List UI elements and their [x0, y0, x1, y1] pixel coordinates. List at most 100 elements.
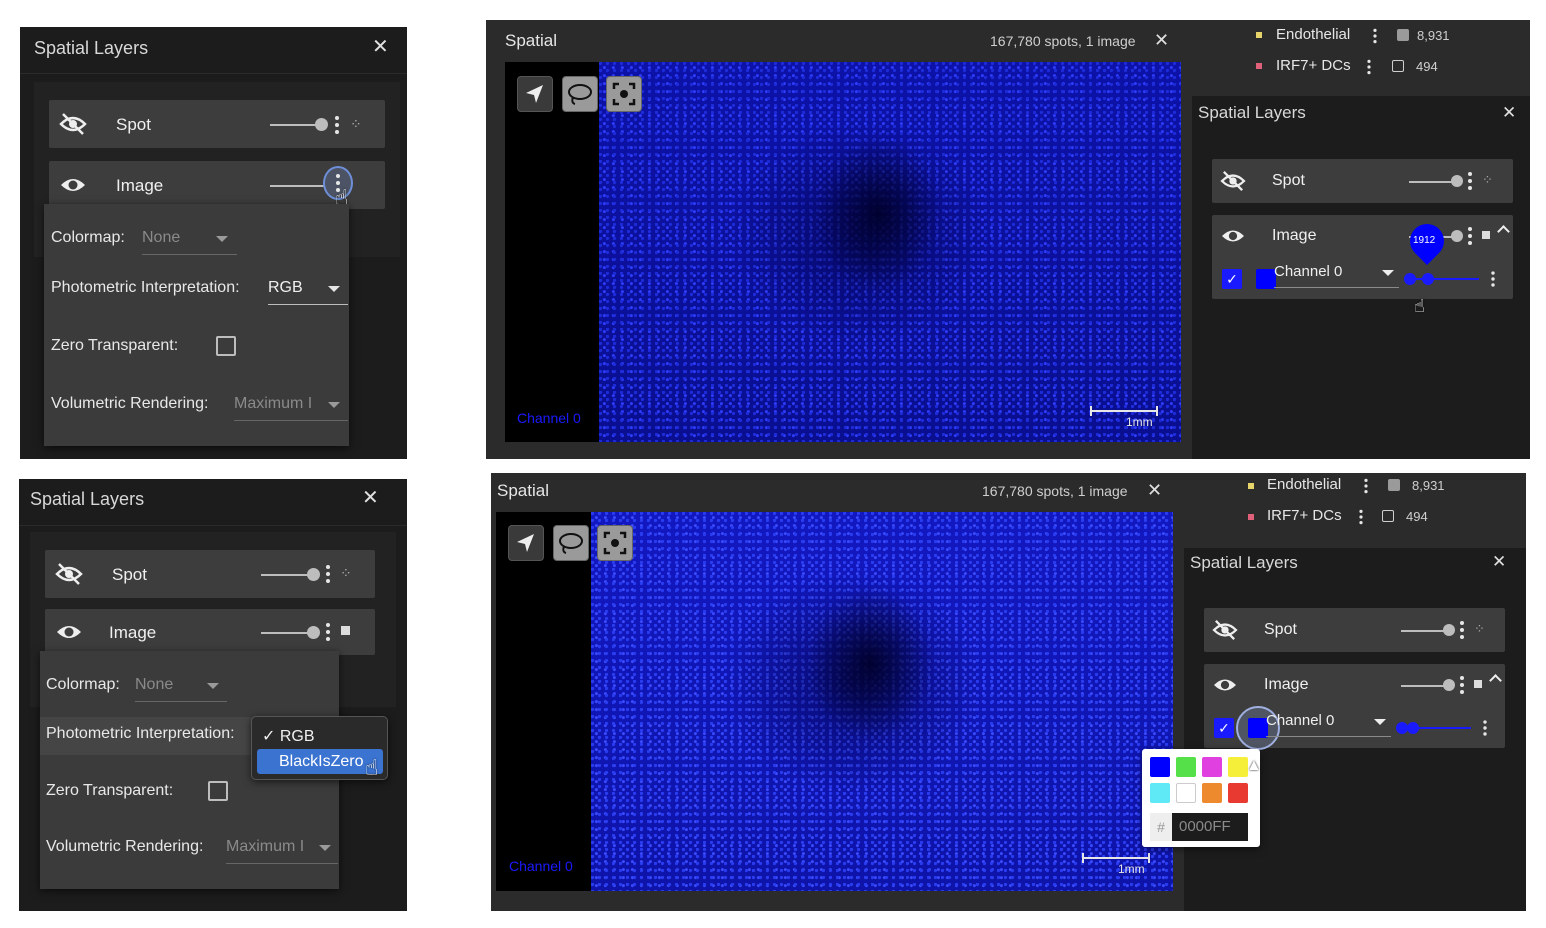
legend-options-icon[interactable] [1367, 59, 1371, 75]
panel-divider [20, 73, 407, 74]
image-type-icon [1482, 231, 1490, 239]
scale-bar [1082, 853, 1150, 863]
spot-options-icon[interactable] [326, 565, 330, 583]
channel-select[interactable]: Channel 0 [1274, 263, 1342, 280]
spot-opacity-thumb[interactable] [1443, 624, 1455, 636]
eye-off-icon[interactable] [55, 562, 83, 586]
channel-visible-checkbox[interactable]: ✓ [1222, 269, 1242, 289]
eye-icon[interactable] [59, 173, 87, 197]
close-icon[interactable]: ✕ [1492, 553, 1506, 570]
image-type-icon [1474, 680, 1482, 688]
volumetric-select[interactable]: Maximum I [234, 395, 312, 413]
colormap-select[interactable]: None [142, 229, 180, 247]
image-layer-label: Image [1272, 227, 1317, 244]
image-options-icon[interactable] [1460, 676, 1464, 694]
swatch-red[interactable] [1228, 783, 1248, 803]
close-icon[interactable]: ✕ [1147, 481, 1162, 499]
color-picker-popover: # 0000FF [1142, 749, 1260, 847]
eye-off-icon[interactable] [59, 112, 87, 136]
pointer-tool[interactable] [517, 76, 553, 112]
volumetric-underline [226, 863, 338, 864]
zero-transparent-checkbox[interactable] [208, 781, 228, 801]
spatial-canvas[interactable]: Channel 0 1mm [496, 512, 1173, 891]
colormap-label: Colormap: [51, 229, 125, 246]
spot-opacity-thumb[interactable] [1451, 175, 1463, 187]
close-icon[interactable]: ✕ [372, 37, 389, 57]
channel-options-icon[interactable] [1483, 720, 1487, 736]
spatial-view-bottom: Spatial 167,780 spots, 1 image ✕ Channel… [491, 473, 1526, 911]
image-opacity-slider[interactable] [270, 185, 324, 187]
spatial-view-title: Spatial [497, 481, 549, 500]
image-opacity-thumb[interactable] [307, 626, 320, 639]
image-options-icon[interactable] [326, 623, 330, 641]
pointer-tool[interactable] [508, 525, 544, 561]
swatch-magenta[interactable] [1202, 757, 1222, 777]
channel-range-min-thumb[interactable] [1404, 273, 1416, 285]
spatial-canvas[interactable]: Channel 0 1mm [505, 62, 1181, 442]
legend-options-icon[interactable] [1359, 509, 1363, 525]
channel-range-max-thumb[interactable] [1407, 722, 1419, 734]
collapse-chevron-icon[interactable] [1497, 225, 1510, 238]
swatch-blue[interactable] [1150, 757, 1170, 777]
channel-range-track[interactable] [1409, 278, 1479, 280]
channel-overlay-label: Channel 0 [517, 410, 581, 426]
close-icon[interactable]: ✕ [1502, 104, 1516, 121]
channel-color-button[interactable] [1256, 269, 1276, 289]
legend-options-icon[interactable] [1373, 28, 1377, 44]
colormap-select[interactable]: None [135, 676, 173, 694]
channel-select[interactable]: Channel 0 [1266, 712, 1334, 729]
channel-range-max-thumb[interactable] [1422, 273, 1434, 285]
collapse-chevron-icon[interactable] [1489, 674, 1502, 687]
recenter-tool[interactable] [597, 525, 633, 561]
photometric-label: Photometric Interpretation: [46, 725, 235, 742]
legend-name-irf7: IRF7+ DCs [1267, 507, 1342, 524]
image-layer-card: Image ✓ Channel 0 [1204, 664, 1505, 750]
volumetric-select[interactable]: Maximum I [226, 838, 304, 856]
swatch-green[interactable] [1176, 757, 1196, 777]
swatch-yellow[interactable] [1228, 757, 1248, 777]
legend-swatch-endothelial [1256, 32, 1262, 38]
spot-layer-card: Spot ⁘ [1212, 159, 1513, 203]
eye-icon[interactable] [1212, 674, 1238, 696]
legend-count-irf7: 494 [1416, 59, 1438, 74]
legend-options-icon[interactable] [1364, 478, 1368, 494]
channel-options-icon[interactable] [1491, 271, 1495, 287]
recenter-tool[interactable] [606, 76, 642, 112]
spot-options-icon[interactable] [335, 116, 339, 134]
colormap-caret-icon [207, 683, 219, 689]
legend-name-endothelial: Endothelial [1267, 476, 1342, 493]
spot-layer-label: Spot [1264, 621, 1297, 638]
legend-count-box-endothelial[interactable] [1397, 29, 1409, 41]
swatch-cyan[interactable] [1150, 783, 1170, 803]
hex-input[interactable]: 0000FF [1172, 813, 1248, 841]
spot-options-icon[interactable] [1460, 621, 1464, 639]
image-opacity-thumb[interactable] [1443, 679, 1455, 691]
legend-count-box-irf7[interactable] [1382, 510, 1394, 522]
eye-off-icon[interactable] [1220, 170, 1246, 192]
legend-count-box-endothelial[interactable] [1388, 479, 1400, 491]
navigation-arrow-icon [526, 85, 543, 103]
spot-options-icon[interactable] [1468, 172, 1472, 190]
lasso-tool[interactable] [562, 76, 598, 112]
spatial-view-title: Spatial [505, 31, 557, 50]
spot-opacity-thumb[interactable] [315, 118, 328, 131]
spot-opacity-thumb[interactable] [307, 568, 320, 581]
close-icon[interactable]: ✕ [362, 488, 379, 508]
channel-visible-checkbox[interactable]: ✓ [1214, 718, 1234, 738]
spot-layer-label: Spot [116, 115, 151, 134]
eye-icon[interactable] [1220, 225, 1246, 247]
close-icon[interactable]: ✕ [1154, 31, 1169, 49]
lasso-tool[interactable] [553, 525, 589, 561]
swatch-orange[interactable] [1202, 783, 1222, 803]
eye-off-icon[interactable] [1212, 619, 1238, 641]
spot-layer-label: Spot [1272, 172, 1305, 189]
eye-icon[interactable] [55, 620, 83, 644]
channel-color-button[interactable] [1248, 718, 1268, 738]
image-options-icon[interactable] [1468, 227, 1472, 245]
swatch-white[interactable] [1176, 783, 1196, 803]
legend-count-box-irf7[interactable] [1392, 60, 1404, 72]
photometric-select[interactable]: RGB [268, 279, 303, 297]
image-opacity-thumb[interactable] [1451, 230, 1463, 242]
option-rgb[interactable]: ✓ RGB [262, 726, 315, 746]
zero-transparent-checkbox[interactable] [216, 336, 236, 356]
